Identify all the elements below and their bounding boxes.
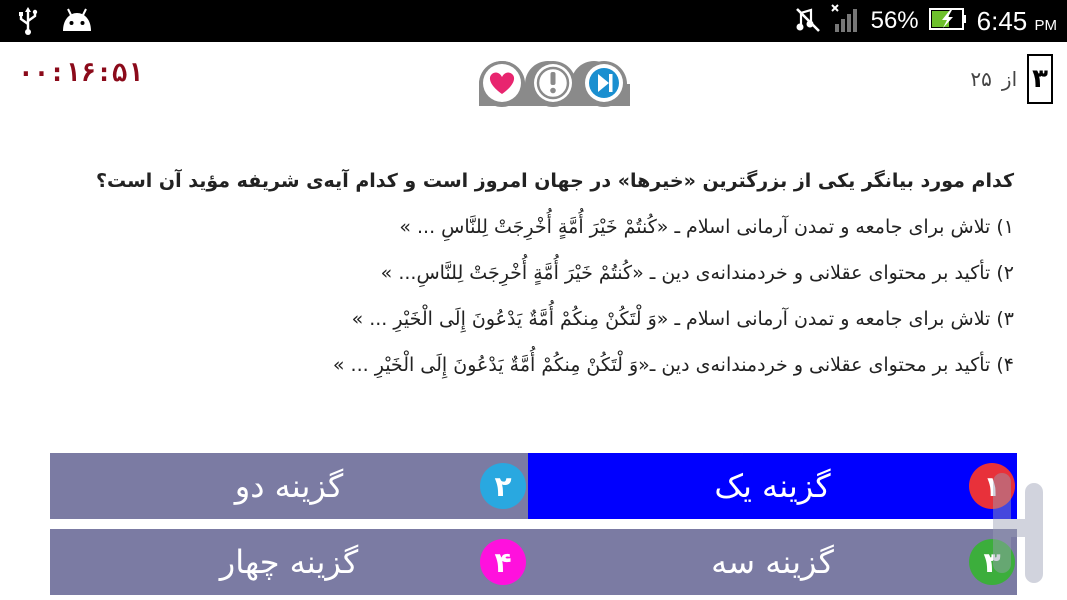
info-exclamation-icon [534,64,572,102]
skip-next-button[interactable] [581,60,627,106]
heart-icon [483,64,521,102]
battery-percent: 56% [870,7,919,34]
battery-charging-icon [928,7,967,35]
favorite-button[interactable] [479,60,525,106]
answer-button-1[interactable]: گزینه یک ۱ [528,453,1017,519]
total-questions: ۲۵ [970,67,992,91]
question-text: کدام مورد بیانگر یکی از بزرگترین «خیرها»… [95,170,1014,192]
report-button[interactable] [530,60,576,106]
answer-label-2: گزینه دو [234,467,344,505]
answer-label-3: گزینه سه [711,543,834,581]
option-text-4: ۴) تأکید بر محتوای عقلانی و خردمندانه‌ی … [332,354,1014,376]
countdown-timer: ۰۰:۱۶:۵۱ [18,58,144,88]
usb-icon [14,6,42,40]
option-text-3: ۳) تلاش برای جامعه و تمدن آرمانی اسلام ـ… [351,308,1014,330]
app-logo-watermark-icon [993,473,1043,583]
answer-number-badge-2: ۲ [480,463,526,509]
option-text-2: ۲) تأکید بر محتوای عقلانی و خردمندانه‌ی … [380,262,1014,284]
answer-label-4: گزینه چهار [219,543,359,581]
of-label: از [1001,67,1018,91]
question-area: کدام مورد بیانگر یکی از بزرگترین «خیرها»… [0,112,1067,452]
vibrate-icon [795,5,821,37]
current-question-number: ۳ [1027,54,1053,104]
signal-icon [830,4,861,38]
status-bar: 56% 6:45 PM [0,0,1067,42]
question-panel: کدام مورد بیانگر یکی از بزرگترین «خیرها»… [14,112,1050,444]
option-text-1: ۱) تلاش برای جامعه و تمدن آرمانی اسلام ـ… [399,216,1014,238]
skip-next-icon [585,64,623,102]
android-icon [60,7,94,39]
answer-button-3[interactable]: گزینه سه ۳ [528,529,1017,595]
answer-grid: گزینه یک ۱ گزینه دو ۲ گزینه سه ۳ گزینه چ… [50,453,1017,600]
clock-time: 6:45 [976,5,1028,36]
question-counter: ۲۵ از ۳ [970,54,1053,104]
answer-number-badge-4: ۴ [480,539,526,585]
answer-label-1: گزینه یک [714,467,831,505]
quiz-header: ۰۰:۱۶:۵۱ ۲۵ از ۳ [0,42,1067,112]
clock: 6:45 PM [977,6,1057,37]
answer-button-4[interactable]: گزینه چهار ۴ [50,529,528,595]
clock-ampm: PM [1034,16,1058,34]
action-icons-group [474,56,634,112]
answer-button-2[interactable]: گزینه دو ۲ [50,453,528,519]
